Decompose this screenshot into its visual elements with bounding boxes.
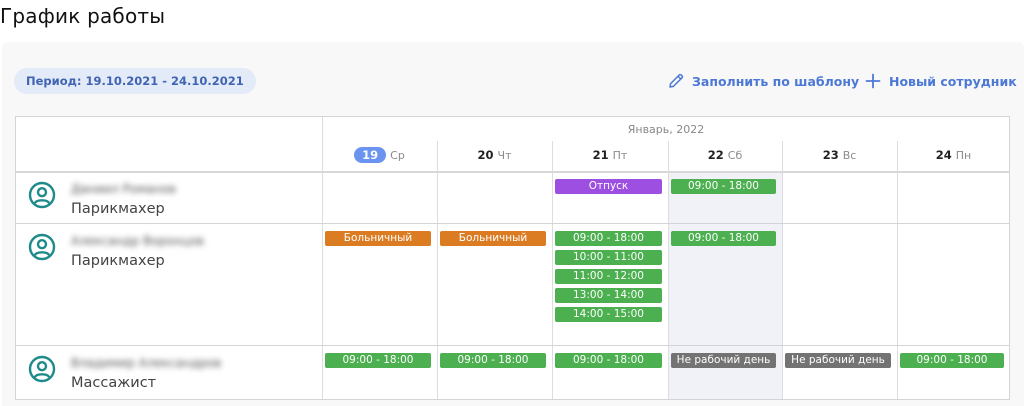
- schedule-grid: Январь, 2022 19 Ср 20 Чт 21 Пт 22 Сб 23 Вс 24 Пн Дан…: [15, 116, 1010, 400]
- column-divider: [782, 141, 783, 399]
- shift-work[interactable]: 14:00 - 15:00: [555, 307, 662, 322]
- day-number: 21: [592, 148, 609, 162]
- column-divider: [668, 141, 669, 399]
- weekday-label: Пт: [612, 148, 628, 162]
- weekday-label: Чт: [497, 148, 512, 162]
- employee-row[interactable]: Александр Воронцов Парикмахер: [28, 233, 318, 273]
- fill-template-label: Заполнить по шаблону: [692, 73, 860, 89]
- day-header[interactable]: 22 Сб: [668, 146, 782, 164]
- shift-work[interactable]: 09:00 - 18:00: [671, 231, 776, 246]
- day-header[interactable]: 23 Вс: [782, 146, 897, 164]
- period-badge[interactable]: Период: 19.10.2021 - 24.10.2021: [14, 68, 256, 94]
- schedule-panel: Период: 19.10.2021 - 24.10.2021 Заполнит…: [2, 42, 1024, 406]
- employee-name: Даниил Романов: [71, 182, 176, 196]
- shift-work[interactable]: 09:00 - 18:00: [555, 231, 662, 246]
- shift-sick[interactable]: Больничный: [440, 231, 546, 246]
- shift-vacation[interactable]: Отпуск: [555, 179, 662, 194]
- employee-role: Парикмахер: [71, 253, 165, 269]
- employee-name: Александр Воронцов: [71, 234, 204, 248]
- pencil-icon: [667, 72, 685, 90]
- plus-icon: [864, 72, 882, 90]
- day-number: 23: [822, 148, 839, 162]
- shift-off[interactable]: Не рабочий день: [785, 353, 891, 368]
- weekday-label: Пн: [955, 148, 972, 162]
- today-day-number: 19: [354, 147, 387, 163]
- shift-work[interactable]: 09:00 - 18:00: [555, 353, 662, 368]
- employee-row[interactable]: Владимир Александров Массажист: [28, 355, 318, 395]
- day-number: 20: [477, 148, 494, 162]
- fill-template-button[interactable]: Заполнить по шаблону: [667, 70, 859, 92]
- shift-off[interactable]: Не рабочий день: [671, 353, 776, 368]
- row-divider: [16, 171, 1009, 173]
- user-avatar-icon: [28, 233, 56, 261]
- employee-role: Парикмахер: [71, 201, 165, 217]
- user-avatar-icon: [28, 355, 56, 383]
- column-divider: [552, 141, 553, 399]
- shift-work[interactable]: 11:00 - 12:00: [555, 269, 662, 284]
- weekday-label: Ср: [390, 148, 405, 162]
- shift-work[interactable]: 13:00 - 14:00: [555, 288, 662, 303]
- weekday-label: Сб: [727, 148, 743, 162]
- shift-work[interactable]: 10:00 - 11:00: [555, 250, 662, 265]
- employee-name: Владимир Александров: [71, 356, 222, 370]
- column-divider: [897, 141, 898, 399]
- shift-work[interactable]: 09:00 - 18:00: [440, 353, 546, 368]
- month-label: Январь, 2022: [627, 123, 705, 136]
- day-header[interactable]: 19 Ср: [322, 146, 437, 164]
- column-divider: [437, 141, 438, 399]
- page-title: График работы: [0, 4, 166, 28]
- employee-role: Массажист: [71, 375, 157, 391]
- row-divider: [16, 223, 1009, 224]
- weekday-label: Вс: [842, 148, 857, 162]
- day-header[interactable]: 24 Пн: [897, 146, 1009, 164]
- shift-work[interactable]: 09:00 - 18:00: [325, 353, 431, 368]
- day-number: 24: [935, 148, 952, 162]
- shift-work[interactable]: 09:00 - 18:00: [671, 179, 776, 194]
- new-employee-label: Новый сотрудник: [889, 73, 1017, 89]
- day-header[interactable]: 20 Чт: [437, 146, 552, 164]
- user-avatar-icon: [28, 181, 56, 209]
- day-number: 22: [707, 148, 724, 162]
- shift-sick[interactable]: Больничный: [325, 231, 431, 246]
- row-divider: [16, 345, 1009, 346]
- employee-row[interactable]: Даниил Романов Парикмахер: [28, 181, 318, 221]
- day-header[interactable]: 21 Пт: [552, 146, 668, 164]
- new-employee-button[interactable]: Новый сотрудник: [864, 70, 1017, 92]
- shift-work[interactable]: 09:00 - 18:00: [900, 353, 1004, 368]
